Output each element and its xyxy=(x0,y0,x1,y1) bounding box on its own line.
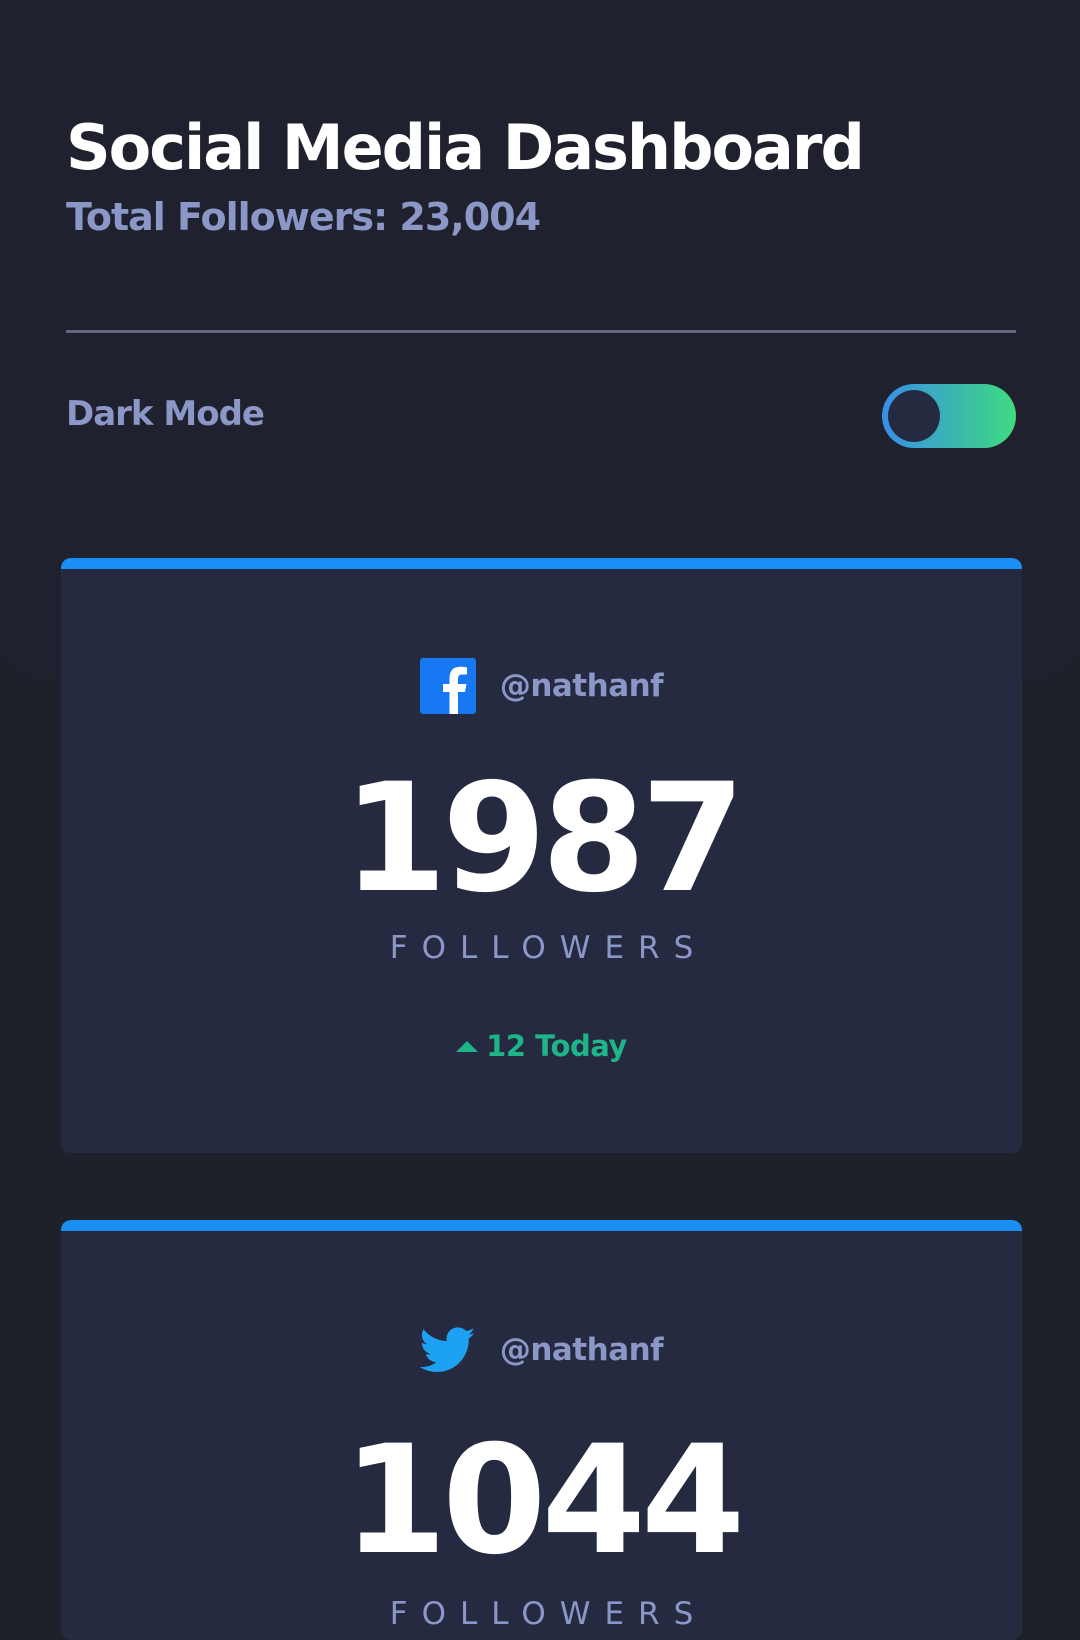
facebook-icon xyxy=(419,658,476,714)
page-title: Social Media Dashboard xyxy=(66,111,865,184)
divider xyxy=(66,330,1016,333)
card-handle: @nathanf xyxy=(499,1332,664,1368)
card-accent-bar xyxy=(61,1220,1022,1231)
followers-label: FOLLOWERS xyxy=(389,930,708,966)
dark-mode-row: Dark Mode xyxy=(66,384,1016,448)
arrow-up-icon xyxy=(456,1040,479,1052)
follower-count: 1987 xyxy=(342,752,745,926)
followers-label: FOLLOWERS xyxy=(389,1596,708,1632)
dark-mode-toggle[interactable] xyxy=(882,384,1016,448)
twitter-card[interactable]: @nathanf 1044 FOLLOWERS xyxy=(61,1220,1022,1640)
toggle-knob xyxy=(888,390,940,442)
delta-today: 12 Today xyxy=(61,1026,1022,1066)
header: Social Media Dashboard Total Followers: … xyxy=(66,108,1016,242)
facebook-card[interactable]: @nathanf 1987 FOLLOWERS 12 Today xyxy=(61,558,1022,1153)
twitter-icon xyxy=(419,1327,475,1372)
card-handle-row: @nathanf xyxy=(61,1320,1022,1380)
dark-mode-label: Dark Mode xyxy=(66,394,265,434)
follower-count: 1044 xyxy=(342,1414,745,1588)
card-handle: @nathanf xyxy=(499,668,664,704)
total-followers: Total Followers: 23,004 xyxy=(66,195,541,239)
delta-text: 12 Today xyxy=(486,1029,627,1063)
card-accent-bar xyxy=(61,558,1022,569)
card-handle-row: @nathanf xyxy=(61,656,1022,716)
